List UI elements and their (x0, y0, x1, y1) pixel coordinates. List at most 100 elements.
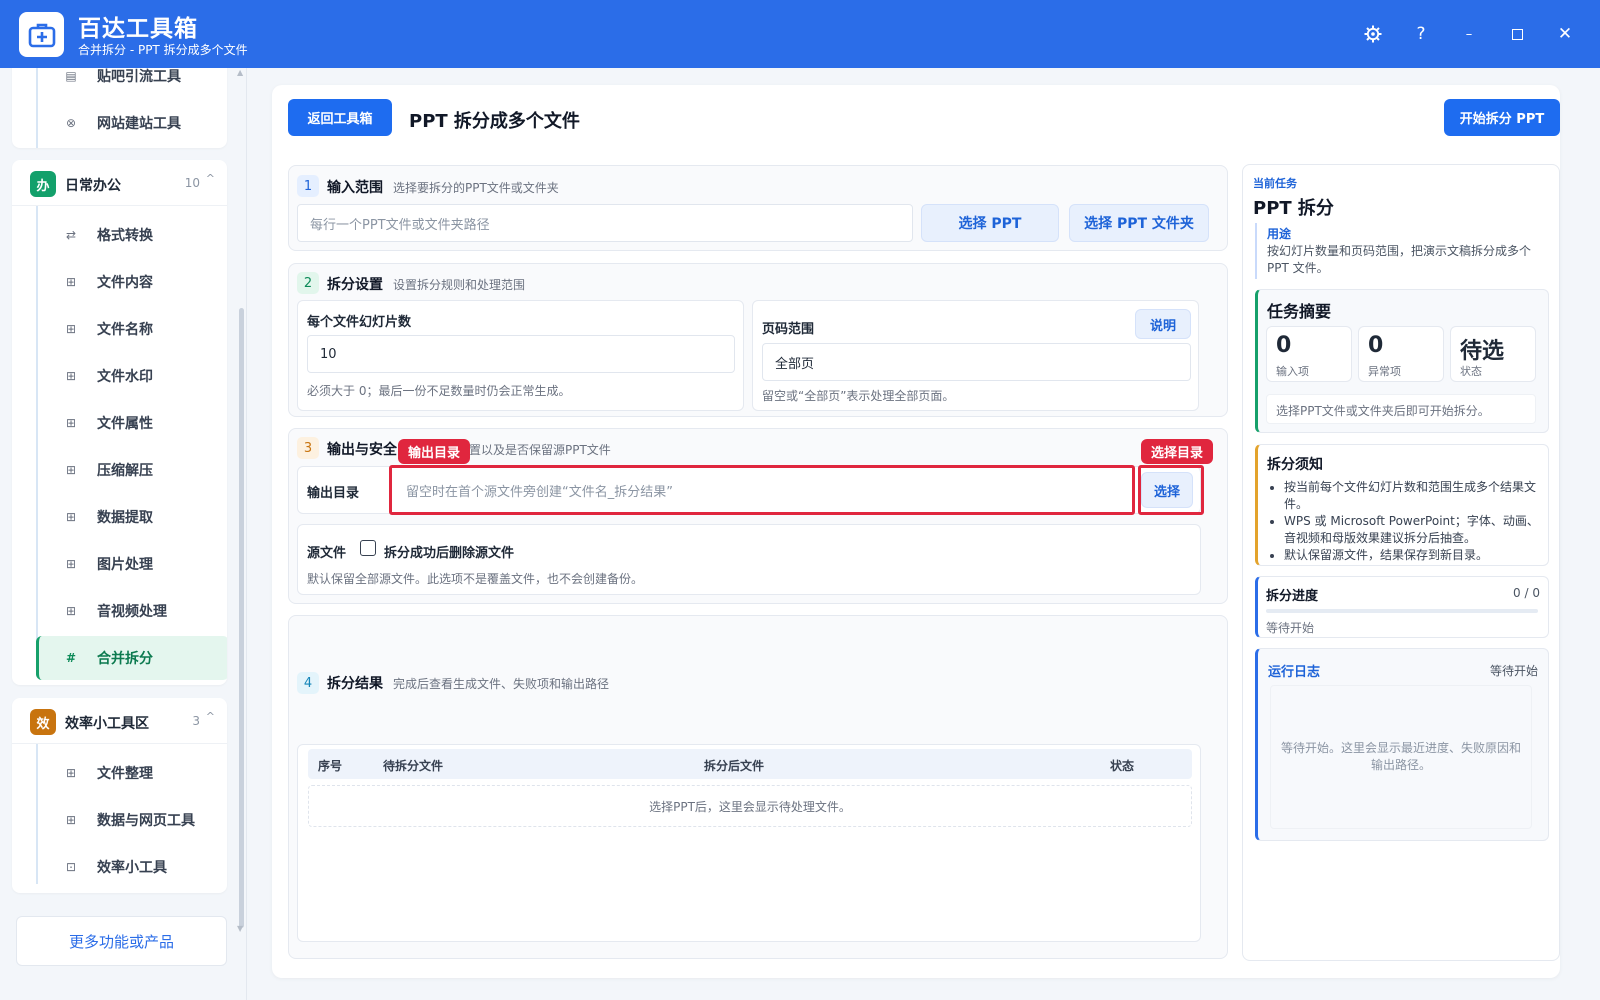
page-range-input[interactable]: 全部页 (762, 343, 1191, 381)
summary-hint: 选择PPT文件或文件夹后即可开始拆分。 (1266, 394, 1536, 424)
sidebar-item-data-web[interactable]: ⊞ 数据与网页工具 (36, 800, 227, 840)
sidebar-item-data-extract[interactable]: ⊞ 数据提取 (36, 497, 227, 537)
step-number: 4 (297, 672, 319, 694)
scroll-down-icon[interactable]: ▼ (237, 924, 243, 933)
section-desc: 选择要拆分的PPT文件或文件夹 (393, 181, 559, 195)
stat-label: 输入项 (1276, 365, 1309, 378)
task-title: PPT 拆分 (1253, 198, 1334, 219)
maximize-icon[interactable] (1503, 20, 1531, 48)
sidebar-item-file-organize[interactable]: ⊞ 文件整理 (36, 753, 227, 793)
sidebar-item-label: 合并拆分 (97, 651, 153, 667)
page-range-help-button[interactable]: 说明 (1135, 309, 1191, 339)
grid-icon: ⊞ (65, 275, 77, 289)
log-status: 等待开始 (1489, 664, 1538, 678)
stat-value: 0 (1368, 333, 1384, 358)
section-output-safety: 3 输出与安全 置以及是否保留源PPT文件 输出目录 留空时在首个源文件旁创建“… (288, 428, 1228, 604)
sidebar-item-merge-split[interactable]: # 合并拆分 (36, 636, 227, 680)
input-paths-textarea[interactable]: 每行一个PPT文件或文件夹路径 (297, 204, 913, 242)
group-badge: 办 (30, 171, 56, 197)
sidebar-item-file-name[interactable]: ⊞ 文件名称 (36, 309, 227, 349)
run-log-card: 运行日志 等待开始 等待开始。这里会显示最近进度、失败原因和输出路径。 (1255, 648, 1549, 841)
sidebar-item-label: 音视频处理 (97, 604, 167, 620)
group-count: 10 (184, 176, 200, 190)
col-source-file: 待拆分文件 (383, 759, 444, 773)
select-ppt-folder-button[interactable]: 选择 PPT 文件夹 (1069, 204, 1209, 242)
sidebar-item-av[interactable]: ⊞ 音视频处理 (36, 591, 227, 631)
section-title: 输出与安全 (327, 442, 397, 458)
select-ppt-button[interactable]: 选择 PPT (921, 204, 1059, 242)
chevron-up-icon[interactable]: ^ (206, 710, 215, 723)
notice-title: 拆分须知 (1267, 457, 1323, 473)
task-side-panel: 当前任务 PPT 拆分 用途 按幻灯片数量和页码范围，把演示文稿拆分成多个 PP… (1242, 164, 1560, 961)
sidebar-scrollbar[interactable] (239, 308, 244, 928)
close-icon[interactable]: ✕ (1551, 20, 1579, 48)
sidebar-item-file-content[interactable]: ⊞ 文件内容 (36, 262, 227, 302)
step-number: 1 (297, 175, 319, 197)
group-header[interactable]: 效 效率小工具区 3 ^ (12, 698, 227, 744)
sidebar-item-compress[interactable]: ⊞ 压缩解压 (36, 450, 227, 490)
sidebar-item-image[interactable]: ⊞ 图片处理 (36, 544, 227, 584)
grid-icon: ⊞ (65, 766, 77, 780)
sidebar-item-label: 数据与网页工具 (97, 813, 195, 829)
results-table-header: 序号 待拆分文件 拆分后文件 状态 (308, 749, 1192, 779)
task-eyebrow: 当前任务 (1253, 177, 1297, 190)
sidebar-item-label: 文件名称 (97, 322, 153, 338)
col-output-files: 拆分后文件 (704, 759, 765, 773)
group-title: 日常办公 (65, 178, 121, 194)
title-bar: 百达工具箱 合并拆分 - PPT 拆分成多个文件 ? – ✕ (0, 0, 1600, 68)
delete-source-label[interactable]: 拆分成功后删除源文件 (384, 542, 514, 561)
sidebar-item-format-convert[interactable]: ⇄ 格式转换 (36, 215, 227, 255)
help-icon[interactable]: ? (1407, 20, 1435, 48)
stat-inputs: 0 输入项 (1266, 326, 1352, 382)
section-input-range: 1 输入范围 选择要拆分的PPT文件或文件夹 每行一个PPT文件或文件夹路径 选… (288, 165, 1228, 251)
grid-icon: ⊞ (65, 557, 77, 571)
chevron-up-icon[interactable]: ^ (206, 172, 215, 185)
sidebar-item-label: 格式转换 (97, 228, 153, 244)
grid-icon: ⊞ (65, 322, 77, 336)
grid-icon: ⊞ (65, 463, 77, 477)
page-range-label: 页码范围 (762, 322, 815, 337)
annotation-tag-select-dir: 选择目录 (1141, 439, 1213, 464)
globe-icon: ⊗ (65, 116, 77, 130)
section-desc: 完成后查看生成文件、失败项和输出路径 (393, 677, 610, 691)
stat-value: 0 (1276, 333, 1292, 358)
step-number: 2 (297, 272, 319, 294)
scroll-up-icon[interactable]: ▲ (237, 68, 243, 77)
per-file-label: 每个文件幻灯片数 (307, 315, 412, 330)
start-split-button[interactable]: 开始拆分 PPT (1444, 99, 1560, 136)
sidebar-item-tieba[interactable]: ▤ 贴吧引流工具 (36, 68, 227, 96)
sidebar-item-watermark[interactable]: ⊞ 文件水印 (36, 356, 227, 396)
placeholder: 每行一个PPT文件或文件夹路径 (310, 217, 490, 233)
grid-icon: ⊞ (65, 510, 77, 524)
source-file-label: 源文件 (307, 546, 347, 561)
swap-icon: ⇄ (65, 228, 77, 242)
sidebar-item-website[interactable]: ⊗ 网站建站工具 (36, 103, 227, 143)
split-notice-card: 拆分须知 按当前每个文件幻灯片数和范围生成多个结果文件。 WPS 或 Micro… (1255, 444, 1549, 566)
col-status: 状态 (1110, 759, 1135, 773)
settings-gear-icon[interactable] (1359, 20, 1387, 48)
sidebar-item-efficiency-tools[interactable]: ⊡ 效率小工具 (36, 847, 227, 887)
sidebar-group-office: 办 日常办公 10 ^ ⇄ 格式转换 ⊞ 文件内容 ⊞ 文件名称 ⊞ 文件水印 ⊞ 文件属… (12, 160, 227, 685)
output-dir-label: 输出目录 (307, 486, 360, 501)
sidebar-item-label: 压缩解压 (97, 463, 153, 479)
doc-icon: ▤ (65, 69, 77, 83)
delete-source-checkbox[interactable] (360, 540, 376, 556)
progress-bar (1266, 609, 1538, 613)
sidebar-item-label: 效率小工具 (97, 860, 167, 876)
highlight-output-dir (389, 465, 1135, 515)
sidebar-item-label: 数据提取 (97, 510, 153, 526)
results-table-card: 序号 待拆分文件 拆分后文件 状态 选择PPT后，这里会显示待处理文件。 (297, 744, 1201, 942)
per-file-input[interactable]: 10 (307, 335, 735, 373)
stat-label: 状态 (1460, 365, 1482, 378)
section-title: 拆分设置 (327, 277, 383, 293)
back-to-toolbox-button[interactable]: 返回工具箱 (288, 99, 392, 136)
grid-icon: ⊞ (65, 604, 77, 618)
sidebar-item-file-attr[interactable]: ⊞ 文件属性 (36, 403, 227, 443)
minimize-icon[interactable]: – (1455, 20, 1483, 48)
group-header[interactable]: 办 日常办公 10 ^ (12, 160, 227, 206)
sidebar-item-label: 文件水印 (97, 369, 153, 385)
grid-icon: ⊞ (65, 416, 77, 430)
app-title: 百达工具箱 (78, 16, 198, 42)
notice-item: 默认保留源文件，结果保存到新目录。 (1284, 547, 1544, 564)
more-products-button[interactable]: 更多功能或产品 (16, 916, 227, 966)
